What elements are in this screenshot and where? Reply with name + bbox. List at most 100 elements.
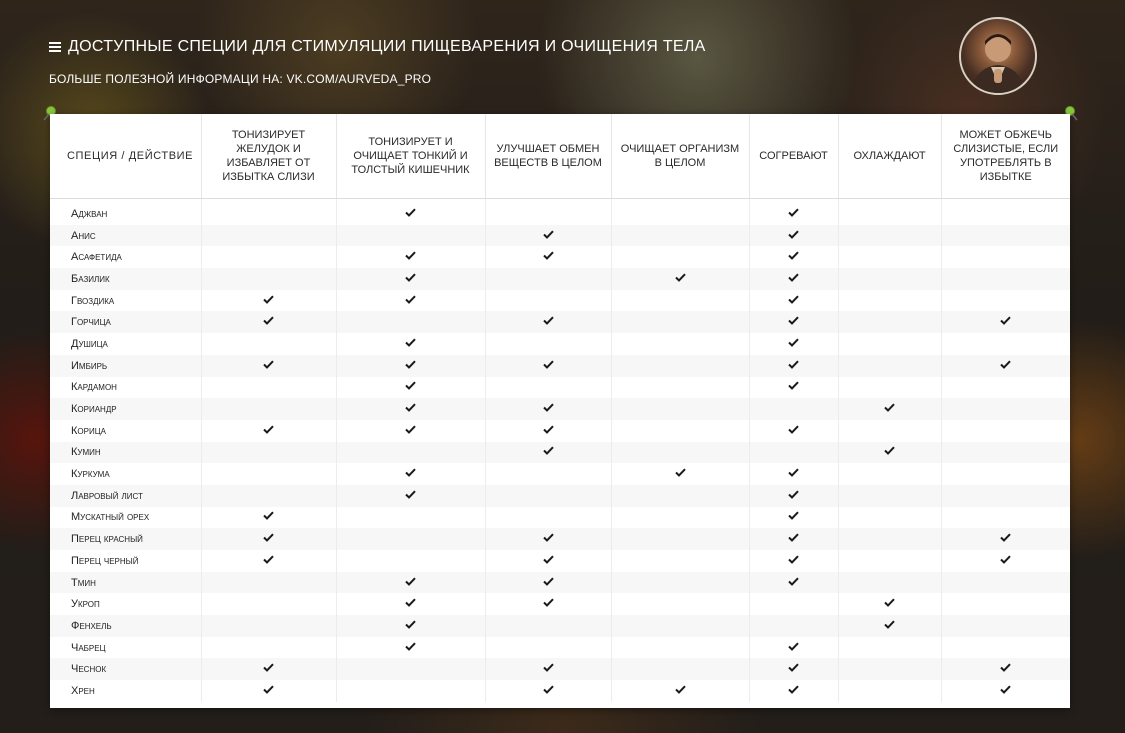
checkmark-icon	[542, 446, 554, 458]
table-cell	[201, 615, 337, 637]
table-cell	[749, 354, 839, 377]
table-cell	[941, 680, 1070, 702]
table-cell	[611, 571, 750, 594]
table-cell	[611, 398, 750, 420]
table-cell	[611, 419, 750, 442]
table-cell	[941, 441, 1070, 464]
spice-table-card: Специя / действие Тонизирует желудок и из…	[50, 114, 1070, 708]
table-cell	[485, 636, 612, 659]
table-cell	[485, 376, 612, 399]
column-header-spice: Специя / действие	[50, 114, 202, 199]
checkmark-icon	[405, 403, 416, 415]
table-cell	[336, 506, 486, 529]
checkmark-icon	[542, 230, 554, 242]
checkmark-icon	[1000, 360, 1011, 372]
spice-name: Гвоздика	[50, 289, 202, 312]
table-cell	[611, 354, 750, 377]
table-cell	[749, 419, 839, 442]
table-cell	[611, 484, 750, 507]
table-cell	[941, 268, 1070, 290]
table-cell	[941, 658, 1070, 681]
checkmark-icon	[263, 663, 274, 675]
table-cell	[336, 636, 486, 659]
table-cell	[749, 636, 839, 659]
table-row: Горчица	[50, 311, 1070, 334]
checkmark-icon	[542, 316, 554, 328]
table-cell	[749, 593, 839, 616]
table-cell	[611, 615, 750, 637]
table-cell	[201, 398, 337, 420]
checkmark-icon	[405, 577, 416, 589]
table-cell	[838, 528, 942, 550]
table-row: Укроп	[50, 593, 1070, 616]
checkmark-icon	[884, 598, 895, 610]
table-cell	[749, 268, 839, 290]
checkmark-icon	[788, 251, 799, 263]
checkmark-icon	[1000, 533, 1011, 545]
checkmark-icon	[405, 381, 416, 393]
checkmark-icon	[542, 251, 554, 263]
spice-name: Аджван	[50, 203, 202, 225]
checkmark-icon	[405, 620, 416, 632]
checkmark-icon	[788, 316, 799, 328]
table-cell	[941, 637, 1070, 659]
checkmark-icon	[788, 555, 799, 567]
table-row: Асафетида	[50, 246, 1070, 269]
table-cell	[749, 506, 839, 529]
table-cell	[611, 463, 750, 485]
table-cell	[485, 615, 612, 637]
checkmark-icon	[1000, 685, 1011, 697]
checkmark-icon	[542, 663, 554, 675]
checkmark-icon	[674, 273, 686, 285]
checkmark-icon	[788, 381, 799, 393]
table-cell	[838, 376, 942, 399]
table-cell	[336, 658, 486, 681]
table-cell	[201, 311, 337, 334]
table-cell	[201, 680, 337, 702]
table-cell	[611, 506, 750, 529]
checkmark-icon	[788, 425, 799, 437]
page-title: Доступные специи для стимуляции пищеваре…	[49, 38, 706, 56]
checkmark-icon	[1000, 316, 1011, 328]
table-cell	[749, 311, 839, 334]
table-cell	[485, 311, 612, 334]
column-header-action: Улучшает обмен веществ в целом	[485, 114, 612, 199]
table-cell	[336, 484, 486, 507]
author-avatar[interactable]	[959, 17, 1037, 95]
table-cell	[611, 203, 750, 225]
table-cell	[336, 419, 486, 442]
table-row: Чеснок	[50, 658, 1070, 681]
table-cell	[749, 376, 839, 399]
table-cell	[749, 333, 839, 355]
checkmark-icon	[542, 598, 554, 610]
table-cell	[201, 484, 337, 507]
table-cell	[201, 376, 337, 399]
checkmark-icon	[542, 403, 554, 415]
table-cell	[838, 398, 942, 420]
spice-name: Базилик	[50, 268, 202, 290]
table-cell	[941, 224, 1070, 247]
table-cell	[336, 550, 486, 572]
table-cell	[201, 550, 337, 572]
table-cell	[201, 506, 337, 529]
avatar-photo-icon	[971, 34, 1025, 93]
table-cell	[838, 419, 942, 442]
checkmark-icon	[788, 230, 799, 242]
table-row: Хрен	[50, 680, 1070, 702]
table-cell	[838, 550, 942, 572]
table-cell	[941, 507, 1070, 529]
checkmark-icon	[263, 533, 274, 545]
checkmark-icon	[263, 316, 274, 328]
checkmark-icon	[263, 295, 274, 307]
table-cell	[485, 224, 612, 247]
checkmark-icon	[788, 338, 799, 350]
table-cell	[838, 354, 942, 377]
table-cell	[749, 571, 839, 594]
table-row: Перец красный	[50, 528, 1070, 550]
spice-name: Перец красный	[50, 528, 202, 550]
table-row: Кардамон	[50, 376, 1070, 399]
checkmark-icon	[405, 598, 416, 610]
menu-icon[interactable]	[49, 42, 61, 52]
table-cell	[485, 398, 612, 420]
table-cell	[485, 333, 612, 355]
